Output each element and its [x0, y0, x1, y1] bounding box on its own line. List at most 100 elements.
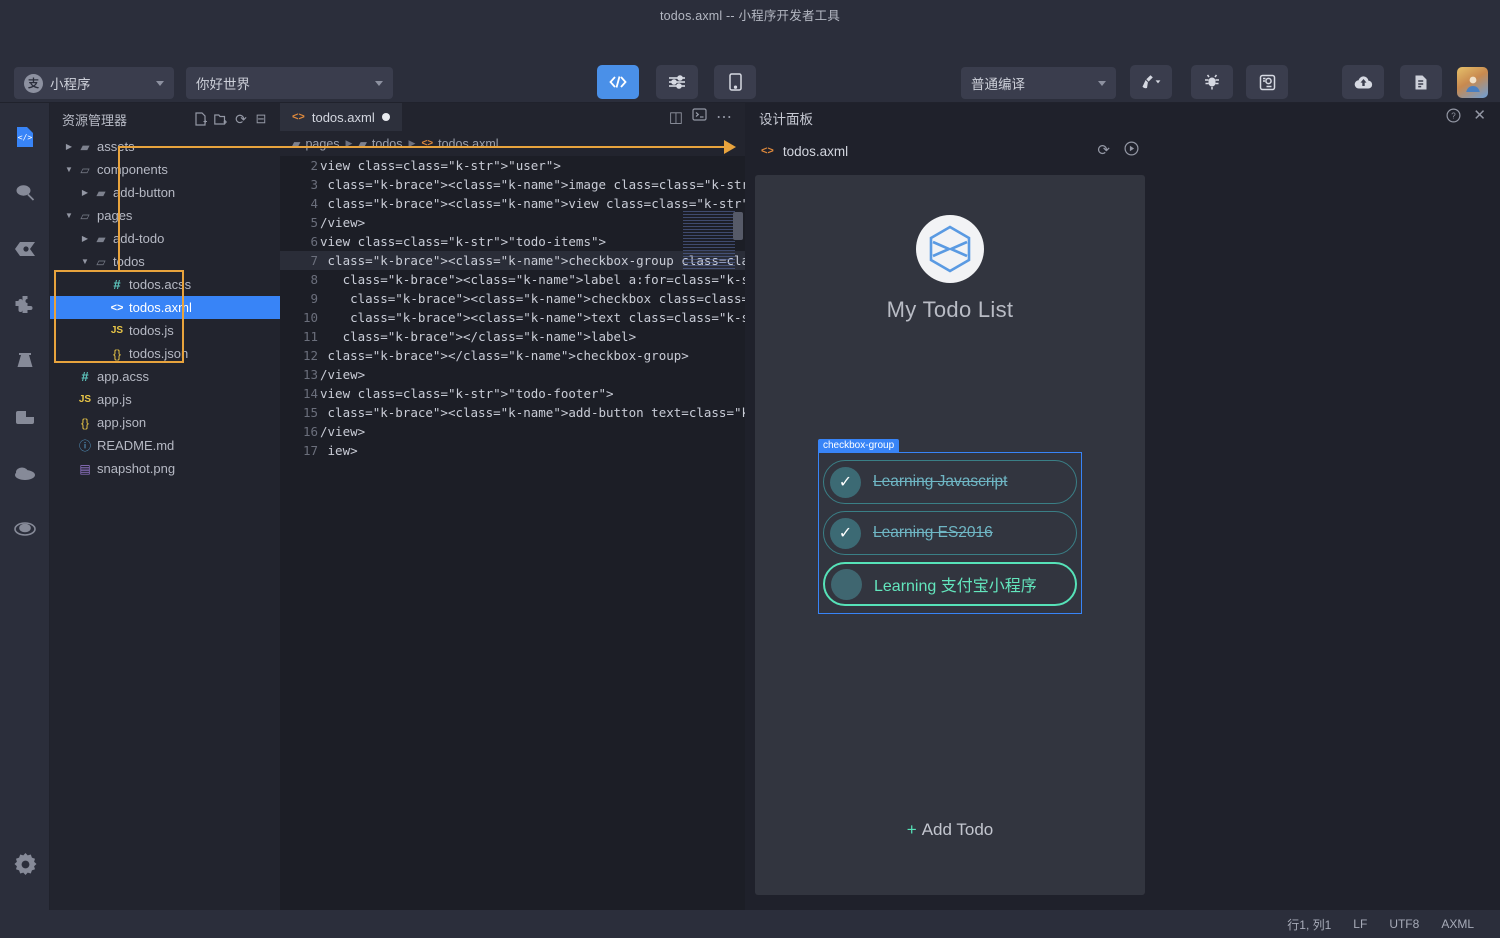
- file-tree-item-assets[interactable]: ▶ ▰ assets: [50, 135, 280, 158]
- todo-item[interactable]: ✓ Learning Javascript: [823, 460, 1077, 504]
- file-tree-item-label: todos: [113, 254, 145, 269]
- code-line[interactable]: 11 class="k-brace"></class="k-name">labe…: [280, 327, 745, 346]
- file-tree-item-snapshot-png[interactable]: ▶▤snapshot.png: [50, 457, 280, 480]
- checkbox-unchecked-icon[interactable]: [831, 568, 862, 600]
- code-file-icon: <>: [421, 138, 434, 149]
- help-circle-icon[interactable]: ?: [1446, 108, 1461, 128]
- file-encoding[interactable]: UTF8: [1389, 917, 1419, 931]
- cursor-position[interactable]: 行1, 列1: [1287, 916, 1331, 933]
- terminal-icon[interactable]: [692, 108, 707, 126]
- checkbox-checked-icon[interactable]: ✓: [830, 517, 861, 549]
- file-tree-item-README-md[interactable]: ▶ⓘREADME.md: [50, 434, 280, 457]
- file-tree-item-app-js[interactable]: ▶JSapp.js: [50, 388, 280, 411]
- editor-scrollbar[interactable]: [733, 212, 743, 240]
- code-line[interactable]: 3 class="k-brace"><class="k-name">image …: [280, 175, 745, 194]
- file-tree-item-todos-json[interactable]: ▶{}todos.json: [50, 342, 280, 365]
- simulator-viewport[interactable]: My Todo List checkbox-group ✓ Learning Ja…: [755, 175, 1145, 895]
- design-panel-header: 设计面板 ? ✕: [745, 103, 1500, 133]
- cloud-icon[interactable]: [0, 445, 50, 501]
- gear-icon[interactable]: [0, 836, 50, 892]
- new-folder-icon[interactable]: [211, 109, 231, 129]
- code-line[interactable]: 15 class="k-brace"><class="k-name">add-b…: [280, 403, 745, 422]
- close-icon[interactable]: ✕: [1473, 108, 1486, 128]
- code-line[interactable]: 6 view class=class="k-str">"todo-items">: [280, 232, 745, 251]
- split-editor-icon[interactable]: ◫: [669, 108, 683, 126]
- chevron-down-icon: [375, 80, 383, 86]
- code-line[interactable]: 8 class="k-brace"><class="k-name">label …: [280, 270, 745, 289]
- code-line[interactable]: 7 class="k-brace"><class="k-name">checkb…: [280, 251, 745, 270]
- editor-tab-todos-axml[interactable]: <> todos.axml: [280, 103, 402, 131]
- refresh-icon[interactable]: ⟳: [1097, 141, 1110, 161]
- folder-open-icon: ▱: [96, 254, 106, 269]
- breadcrumb-separator-icon: ▶: [408, 138, 416, 148]
- code-file-icon[interactable]: </>: [0, 109, 50, 165]
- code-content[interactable]: 2 view class=class="k-str">"user"> 3 class…: [280, 156, 745, 938]
- code-line[interactable]: 9 class="k-brace"><class="k-name">checkb…: [280, 289, 745, 308]
- file-tree-item-app-json[interactable]: ▶{}app.json: [50, 411, 280, 434]
- code-line[interactable]: 16/view>: [280, 422, 745, 441]
- collapse-all-icon[interactable]: ⊟: [251, 109, 271, 129]
- code-line[interactable]: 2 view class=class="k-str">"user">: [280, 156, 745, 175]
- code-line[interactable]: 4 class="k-brace"><class="k-name">view c…: [280, 194, 745, 213]
- todo-item[interactable]: Learning 支付宝小程序: [823, 562, 1077, 606]
- breadcrumb-item-file[interactable]: <> todos.axml: [421, 137, 498, 151]
- code-line[interactable]: 5/view>: [280, 213, 745, 232]
- file-tree-item-components[interactable]: ▼ ▱ components: [50, 158, 280, 181]
- chevron-down-icon: [156, 80, 164, 86]
- file-tree-item-label: app.acss: [97, 369, 150, 384]
- file-tree-item-app-acss[interactable]: ▶#app.acss: [50, 365, 280, 388]
- monitor-performance-icon[interactable]: [0, 501, 50, 557]
- breadcrumb-item-todos[interactable]: ▰ todos: [358, 137, 402, 151]
- extensions-puzzle-icon[interactable]: [0, 277, 50, 333]
- project-selector[interactable]: 支 小程序: [14, 67, 174, 99]
- code-line[interactable]: 10 class="k-brace"><class="k-name">text …: [280, 308, 745, 327]
- code-file-icon: <>: [292, 111, 305, 123]
- chevron-down-icon: ▼: [65, 211, 73, 220]
- line-ending[interactable]: LF: [1353, 917, 1367, 931]
- file-tree-item-todos-js[interactable]: ▶JStodos.js: [50, 319, 280, 342]
- file-tree-item-todos-axml[interactable]: ▶<>todos.axml: [50, 296, 280, 319]
- code-line[interactable]: 12 class="k-brace"></class="k-name">chec…: [280, 346, 745, 365]
- more-options-icon[interactable]: ⋯: [716, 107, 733, 127]
- page-selector[interactable]: 你好世界: [186, 67, 393, 99]
- file-tree-item-label: app.js: [97, 392, 132, 407]
- add-todo-button[interactable]: + Add Todo: [755, 820, 1145, 840]
- file-tree-item-label: todos.js: [129, 323, 174, 338]
- js-icon: JS: [110, 325, 124, 336]
- checkbox-checked-icon[interactable]: ✓: [830, 466, 861, 498]
- breadcrumb-label: todos: [371, 136, 403, 151]
- experiment-flask-icon[interactable]: [0, 333, 50, 389]
- compile-mode-selector[interactable]: 普通编译: [961, 67, 1116, 99]
- file-tree-item-add-button[interactable]: ▶ ▰ add-button: [50, 181, 280, 204]
- code-editor-panel: <> todos.axml ◫ ⋯ ▰ pages ▶ ▰ todos ▶ <>…: [280, 103, 745, 938]
- play-circle-icon[interactable]: [1124, 141, 1139, 161]
- refresh-icon[interactable]: ⟳: [231, 109, 251, 129]
- code-line[interactable]: 14 view class=class="k-str">"todo-footer"…: [280, 384, 745, 403]
- chevron-down-icon: ▼: [65, 165, 73, 174]
- file-tree-item-add-todo[interactable]: ▶ ▰ add-todo: [50, 227, 280, 250]
- chevron-right-icon: ▶: [81, 188, 89, 197]
- page-selector-label: 你好世界: [196, 77, 250, 92]
- file-tree-item-pages[interactable]: ▼ ▱ pages: [50, 204, 280, 227]
- json-icon: {}: [112, 346, 121, 361]
- checkbox-group-selection[interactable]: checkbox-group ✓ Learning Javascript ✓ Lear…: [818, 439, 1082, 614]
- breadcrumb-label: pages: [305, 136, 340, 151]
- folder-icon: ▰: [358, 138, 367, 150]
- search-icon[interactable]: [0, 165, 50, 221]
- storage-box-icon[interactable]: [0, 389, 50, 445]
- file-tree-item-todos[interactable]: ▼ ▱ todos: [50, 250, 280, 273]
- todo-item[interactable]: ✓ Learning ES2016: [823, 511, 1077, 555]
- file-tree-item-todos-acss[interactable]: ▶#todos.acss: [50, 273, 280, 296]
- language-mode[interactable]: AXML: [1441, 917, 1474, 931]
- qr-preview-icon: [1246, 65, 1288, 99]
- new-file-icon[interactable]: [191, 109, 211, 129]
- phone-icon: [714, 65, 756, 99]
- simulator-column: <> todos.axml ⟳ My Todo List checkbox-gr…: [745, 133, 1155, 938]
- bug-icon: [1191, 65, 1233, 99]
- code-line[interactable]: 17 iew>: [280, 441, 745, 460]
- user-avatar[interactable]: [1457, 67, 1488, 98]
- code-line[interactable]: 13/view>: [280, 365, 745, 384]
- source-control-icon[interactable]: [0, 221, 50, 277]
- breadcrumb-item-pages[interactable]: ▰ pages: [292, 137, 340, 151]
- code-minimap[interactable]: [683, 211, 735, 271]
